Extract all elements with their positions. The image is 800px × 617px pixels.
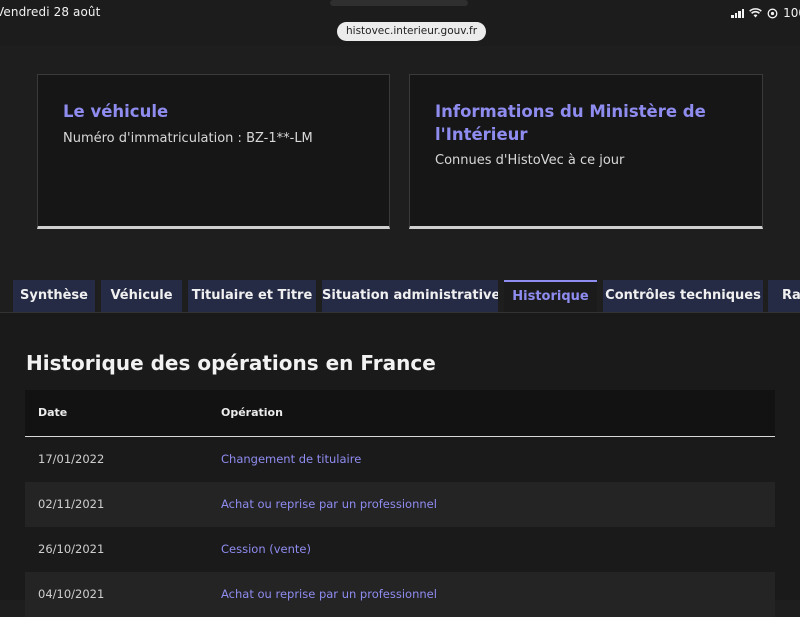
card-title-vehicle: Le véhicule <box>63 102 169 121</box>
row-date: 17/01/2022 <box>38 452 105 466</box>
status-date: Vendredi 28 août <box>0 5 101 19</box>
ministry-card: Informations du Ministère de l'Intérieur… <box>409 74 763 229</box>
registration-number: Numéro d'immatriculation : BZ-1**-LM <box>63 131 313 146</box>
url-bar[interactable]: histovec.interieur.gouv.fr <box>337 22 487 41</box>
tab-bar: Synthèse Véhicule Titulaire et Titre Sit… <box>0 280 800 313</box>
column-header-operation: Opération <box>221 406 283 419</box>
table-row: 04/10/2021 Achat ou reprise par un profe… <box>25 572 775 617</box>
battery-percentage: 100 <box>783 6 800 20</box>
vehicle-card: Le véhicule Numéro d'immatriculation : B… <box>37 74 390 229</box>
ministry-subtitle: Connues d'HistoVec à ce jour <box>435 153 625 168</box>
operation-link[interactable]: Achat ou reprise par un professionnel <box>221 482 437 527</box>
history-panel: Historique des opérations en France Date… <box>0 313 800 617</box>
operation-link[interactable]: Achat ou reprise par un professionnel <box>221 572 437 617</box>
tab-titulaire[interactable]: Titulaire et Titre <box>188 280 316 312</box>
operation-link[interactable]: Changement de titulaire <box>221 437 361 482</box>
location-icon <box>767 8 778 18</box>
tab-historique[interactable]: Historique <box>504 280 597 313</box>
row-date: 26/10/2021 <box>38 542 105 556</box>
page: Le véhicule Numéro d'immatriculation : B… <box>0 46 800 617</box>
page-title: Historique des opérations en France <box>26 351 436 375</box>
tab-grabber <box>330 0 468 6</box>
tab-situation[interactable]: Situation administrative <box>322 280 498 312</box>
status-bar: Vendredi 28 août histovec.interieur.gouv… <box>0 0 800 46</box>
status-icons: 100 <box>731 6 800 20</box>
tab-controles[interactable]: Contrôles techniques <box>603 280 763 312</box>
table-row: 26/10/2021 Cession (vente) <box>25 527 775 572</box>
table-header: Date Opération <box>25 390 775 437</box>
row-date: 02/11/2021 <box>38 497 105 511</box>
tab-vehicule[interactable]: Véhicule <box>101 280 182 312</box>
tab-rapport[interactable]: Rap <box>768 280 800 312</box>
card-title-ministry: Informations du Ministère de l'Intérieur <box>435 102 706 144</box>
tab-synthese[interactable]: Synthèse <box>13 280 95 312</box>
row-date: 04/10/2021 <box>38 587 105 601</box>
operation-link[interactable]: Cession (vente) <box>221 527 311 572</box>
table-row: 02/11/2021 Achat ou reprise par un profe… <box>25 482 775 527</box>
history-table: Date Opération 17/01/2022 Changement de … <box>25 390 775 617</box>
signal-icon <box>731 8 745 18</box>
wifi-icon <box>749 8 762 18</box>
column-header-date: Date <box>38 406 68 419</box>
table-row: 17/01/2022 Changement de titulaire <box>25 437 775 482</box>
